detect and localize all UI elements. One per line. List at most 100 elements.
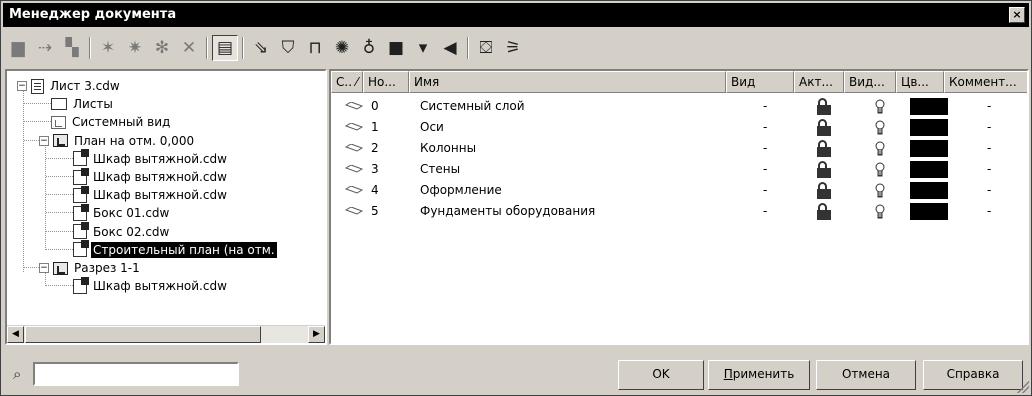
lightbulb-icon[interactable]	[875, 204, 885, 220]
column-header[interactable]: Вид...	[844, 71, 896, 93]
resize-grip[interactable]	[1017, 381, 1029, 393]
layer-color-swatch[interactable]	[910, 182, 948, 199]
lightbulb-icon[interactable]	[875, 162, 885, 178]
layer-row[interactable]: 3 Стены - -	[331, 159, 1027, 180]
layer-row[interactable]: 2 Колонны - -	[331, 138, 1027, 159]
apply-label: рименить	[732, 367, 795, 381]
tree-node[interactable]: Бокс 02.cdw	[73, 222, 171, 242]
layer-name: Системный слой	[420, 99, 525, 113]
toolbar-separator	[206, 37, 208, 59]
layer-comment: -	[987, 99, 992, 113]
search-input[interactable]	[33, 362, 239, 386]
tree-horizontal-scrollbar[interactable]: ◀ ▶	[7, 325, 325, 343]
tree-connector-line	[46, 194, 73, 196]
unlock-icon[interactable]	[817, 161, 831, 178]
column-header[interactable]: Имя	[409, 71, 726, 93]
lock-button[interactable]: ⊓	[302, 35, 328, 61]
export-button[interactable]: ⛋	[473, 35, 499, 61]
column-header[interactable]: Но...	[363, 71, 409, 93]
new-view-button[interactable]: ⇢	[32, 35, 58, 61]
layer-comment: -	[987, 141, 992, 155]
fragment-icon	[73, 276, 89, 294]
toolbar-separator	[467, 37, 469, 59]
layer-row[interactable]: 5 Фундаменты оборудования - -	[331, 201, 1027, 222]
tree-node[interactable]: − План на отм. 0,000	[39, 131, 196, 151]
collapse-toggle-icon[interactable]: −	[17, 81, 27, 91]
collapse-toggle-icon[interactable]: −	[39, 263, 49, 273]
document-tree: − Лист 3.cdw Листы Системный вид − План на от…	[7, 71, 325, 323]
close-button[interactable]: ×	[1009, 7, 1025, 23]
tree-node-label: Шкаф вытяжной.cdw	[93, 279, 227, 294]
cancel-button[interactable]: Отмена	[816, 360, 916, 390]
unlock-icon[interactable]	[817, 140, 831, 157]
tree-node-label: Разрез 1-1	[74, 261, 140, 275]
column-header[interactable]: Цв...	[896, 71, 944, 93]
tree-node[interactable]: Шкаф вытяжной.cdw	[73, 276, 229, 296]
tree-node[interactable]: Системный вид	[51, 112, 172, 132]
layer-color-swatch[interactable]	[910, 140, 948, 157]
new-sheet-button[interactable]: ▆	[5, 35, 31, 61]
tree-node[interactable]: Шкаф вытяжной.cdw	[73, 149, 229, 169]
lightbulb-icon[interactable]	[875, 120, 885, 136]
scroll-right-button[interactable]: ▶	[308, 326, 325, 343]
properties-button[interactable]: ▤	[212, 35, 238, 61]
brush-button[interactable]: ◀	[437, 35, 463, 61]
help-button[interactable]: Справка	[923, 360, 1023, 390]
unlock-icon[interactable]	[817, 182, 831, 199]
apply-button[interactable]: Применить	[708, 360, 810, 390]
layer-color-swatch[interactable]	[910, 203, 948, 220]
toolbar-separator	[242, 37, 244, 59]
layer-view: -	[763, 120, 768, 134]
unlock-icon[interactable]	[817, 119, 831, 136]
layer-number: 3	[371, 162, 379, 176]
ok-button[interactable]: OK	[618, 360, 704, 390]
column-header[interactable]: Вид	[726, 71, 794, 93]
scroll-thumb[interactable]	[25, 326, 261, 343]
tree-node[interactable]: Листы	[51, 94, 115, 114]
layer-row[interactable]: 1 Оси - -	[331, 117, 1027, 138]
tree-node[interactable]: − Лист 3.cdw	[17, 76, 122, 96]
color-dropdown-button[interactable]: ▾	[410, 35, 436, 61]
lightbulb-icon[interactable]	[875, 141, 885, 157]
lightbulb-icon[interactable]	[875, 99, 885, 115]
collapse-toggle-icon[interactable]: −	[39, 135, 49, 146]
tree-node[interactable]: Бокс 01.cdw	[73, 203, 171, 223]
new-sheet-icon: ▆	[11, 38, 25, 58]
sheets-icon	[51, 98, 67, 111]
color-icon: ■	[387, 38, 405, 58]
move-icon: ▚	[65, 38, 79, 58]
column-header[interactable]: Акт...	[794, 71, 844, 93]
visibility-off-button[interactable]: ♁	[356, 35, 382, 61]
delete-button[interactable]: ✕	[176, 35, 202, 61]
title-bar: Менеджер документа ×	[3, 3, 1029, 27]
move-button[interactable]: ▚	[59, 35, 85, 61]
layer-color-swatch[interactable]	[910, 119, 948, 136]
unlock-icon[interactable]	[817, 98, 831, 115]
tree-node[interactable]: Строительный план (на отм.	[73, 240, 277, 260]
lightbulb-icon[interactable]	[875, 183, 885, 199]
filter-button[interactable]: ✻	[149, 35, 175, 61]
column-header[interactable]: Коммент...	[944, 71, 1027, 93]
fragment-icon	[73, 167, 89, 185]
column-header[interactable]: С.. ⁄	[331, 71, 363, 93]
delete-icon: ✕	[181, 38, 197, 58]
layer-color-swatch[interactable]	[910, 98, 948, 115]
color-button[interactable]: ■	[383, 35, 409, 61]
settings-button[interactable]: ⚞	[500, 35, 526, 61]
tree-node[interactable]: Шкаф вытяжной.cdw	[73, 185, 229, 205]
layer-comment: -	[987, 204, 992, 218]
unlock-button[interactable]: ⛉	[275, 35, 301, 61]
layer-row[interactable]: 0 Системный слой - -	[331, 96, 1027, 117]
layer-row[interactable]: 4 Оформление - -	[331, 180, 1027, 201]
tree-connector-line	[46, 285, 73, 287]
tree-node[interactable]: Шкаф вытяжной.cdw	[73, 167, 229, 187]
unlock-icon[interactable]	[817, 203, 831, 220]
layer-color-swatch[interactable]	[910, 161, 948, 178]
fragment-icon	[73, 149, 89, 167]
visibility-on-button[interactable]: ✺	[329, 35, 355, 61]
layer-active-button[interactable]: ⇘	[248, 35, 274, 61]
scroll-left-button[interactable]: ◀	[7, 326, 24, 343]
new-layer-button[interactable]: ✶	[95, 35, 121, 61]
tree-node[interactable]: − Разрез 1-1	[39, 258, 142, 278]
new-layer-alt-button[interactable]: ✷	[122, 35, 148, 61]
